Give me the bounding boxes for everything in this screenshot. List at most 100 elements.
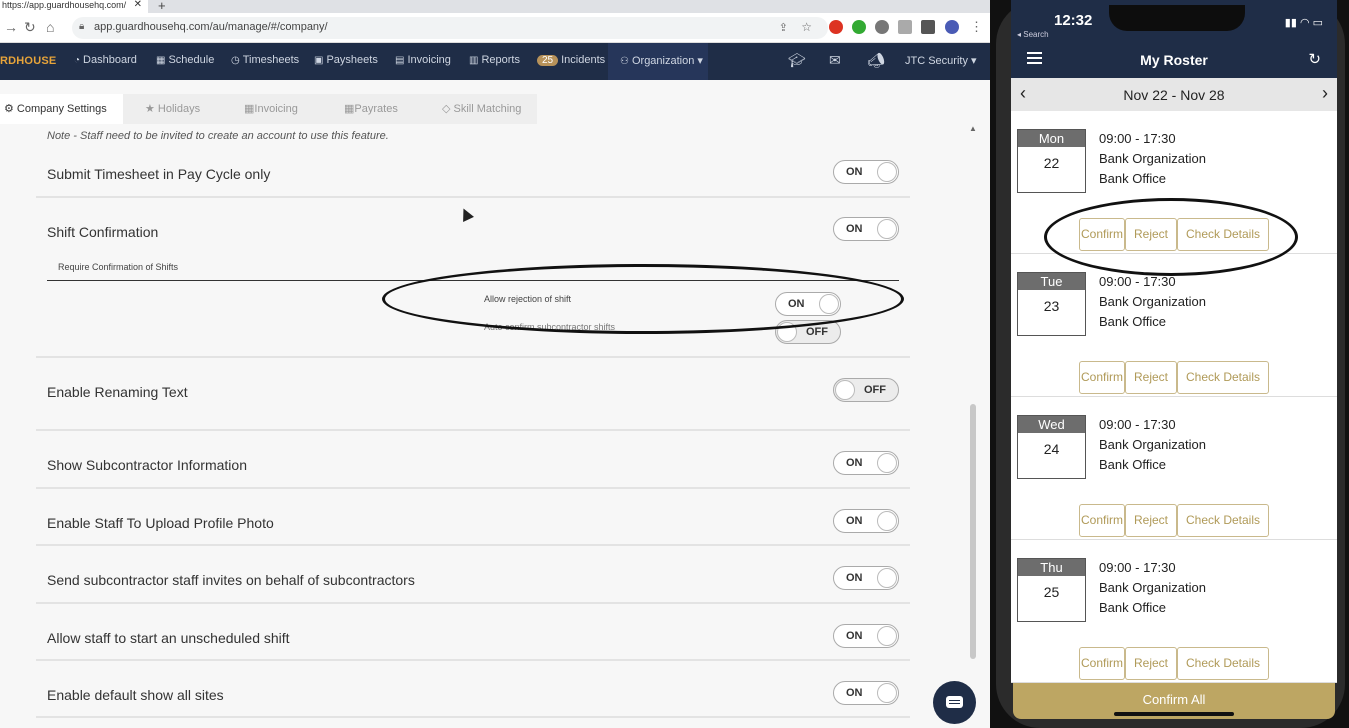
toggle-state: ON: [846, 457, 863, 469]
unscheduled-shift-toggle[interactable]: ON: [833, 624, 899, 648]
reject-button[interactable]: Reject: [1125, 647, 1177, 680]
extension-opera-icon[interactable]: [829, 20, 843, 34]
shift-day: 25: [1043, 584, 1060, 600]
setting-row-upload-photo: Enable Staff To Upload Profile Photo ON: [36, 489, 910, 546]
incidents-count-badge: 25: [537, 55, 559, 66]
toggle-knob: [877, 568, 897, 588]
shift-card: Wed 24 09:00 - 17:30 Bank Organization B…: [1011, 397, 1337, 540]
signal-wifi-battery-icon: ▮▮ ◠ ▭: [1284, 17, 1323, 29]
nav-dashboard[interactable]: ◔ Dashboard: [74, 54, 137, 66]
forward-icon[interactable]: →: [4, 19, 18, 35]
extension-bulb-icon[interactable]: [875, 20, 889, 34]
lock-icon: 🔒︎: [79, 21, 85, 32]
shift-organization: Bank Organization: [1099, 151, 1206, 166]
nav-timesheets-label: Timesheets: [242, 54, 300, 66]
setting-label: Send subcontractor staff invites on beha…: [47, 572, 415, 588]
browser-tab[interactable]: https://app.guardhousehq.com/ ✕: [0, 0, 148, 13]
tab-invoicing[interactable]: ▦Invoicing: [244, 94, 298, 124]
reports-icon: ▥: [469, 55, 479, 66]
browser-menu-icon[interactable]: ⋮: [970, 19, 983, 35]
tab-payrates[interactable]: ▦Payrates: [344, 94, 398, 124]
megaphone-icon[interactable]: 📣︎: [867, 52, 885, 69]
tab-holidays[interactable]: ★ Holidays: [145, 94, 200, 124]
back-to-search[interactable]: ◂ Search: [1017, 30, 1049, 39]
new-tab-icon[interactable]: +: [158, 0, 166, 13]
chevron-right-icon[interactable]: ›: [1322, 83, 1328, 104]
confirm-button[interactable]: Confirm: [1079, 361, 1125, 394]
nav-incidents-label: Incidents: [561, 54, 606, 66]
tab-company-settings[interactable]: ⚙ Company Settings: [0, 94, 123, 124]
bookmark-star-icon[interactable]: ☆: [801, 20, 812, 34]
chat-support-button[interactable]: [933, 681, 976, 724]
shift-card: Thu 25 09:00 - 17:30 Bank Organization B…: [1011, 540, 1337, 683]
check-details-button[interactable]: Check Details: [1177, 504, 1269, 537]
scroll-up-icon[interactable]: ▲: [969, 124, 977, 133]
setting-row-show-all-sites: Enable default show all sites ON: [36, 661, 910, 718]
share-icon[interactable]: ⇪: [779, 21, 788, 34]
submit-timesheet-toggle[interactable]: ON: [833, 160, 899, 184]
reload-icon[interactable]: ↻: [24, 19, 36, 36]
toggle-knob: [877, 453, 897, 473]
tab-title: https://app.guardhousehq.com/: [2, 0, 127, 10]
refresh-icon[interactable]: ↻: [1308, 50, 1321, 68]
account-menu[interactable]: JTC Security ▾: [905, 54, 977, 67]
extension-grid-icon[interactable]: [898, 20, 912, 34]
shift-weekday: Wed: [1018, 416, 1085, 433]
reject-button[interactable]: Reject: [1125, 361, 1177, 394]
url-field[interactable]: 🔒︎ app.guardhousehq.com/au/manage/#/comp…: [72, 17, 828, 39]
graduation-cap-icon[interactable]: 🎓︎: [788, 52, 806, 69]
dashboard-icon: ◔: [74, 55, 81, 66]
nav-reports[interactable]: ▥ Reports: [469, 54, 520, 66]
enable-renaming-toggle[interactable]: OFF: [833, 378, 899, 402]
toggle-state: ON: [846, 630, 863, 642]
check-details-button[interactable]: Check Details: [1177, 647, 1269, 680]
chat-bubble-icon: [946, 696, 963, 708]
reject-button[interactable]: Reject: [1125, 504, 1177, 537]
extension-green-icon[interactable]: [852, 20, 866, 34]
calendar-icon: ▦: [156, 55, 166, 66]
nav-timesheets[interactable]: ◷ Timesheets: [231, 54, 299, 66]
home-icon[interactable]: ⌂: [46, 19, 54, 35]
show-all-sites-toggle[interactable]: ON: [833, 681, 899, 705]
confirm-button[interactable]: Confirm: [1079, 647, 1125, 680]
setting-row-send-invites: Send subcontractor staff invites on beha…: [36, 546, 910, 604]
money-icon: ▣: [314, 55, 324, 66]
toggle-knob: [877, 219, 897, 239]
setting-label: Submit Timesheet in Pay Cycle only: [47, 166, 271, 182]
phone-clock: 12:32: [1054, 12, 1093, 29]
check-details-button[interactable]: Check Details: [1177, 361, 1269, 394]
page-scrollbar[interactable]: ▲: [967, 124, 979, 728]
nav-organization[interactable]: ⚇ Organization ▾: [620, 54, 703, 67]
nav-reports-label: Reports: [481, 54, 520, 66]
browser-window: https://app.guardhousehq.com/ ✕ + → ↻ ⌂ …: [0, 0, 990, 728]
nav-schedule[interactable]: ▦ Schedule: [156, 54, 214, 66]
tab-close-icon[interactable]: ✕: [134, 0, 142, 10]
phone-status-bar: 12:32 ◂ Search ▮▮ ◠ ▭: [1011, 0, 1337, 42]
nav-incidents[interactable]: 25 Incidents: [537, 54, 605, 66]
setting-row-submit-timesheet: Submit Timesheet in Pay Cycle only ON: [36, 149, 910, 198]
clock-icon: ◷: [231, 55, 240, 66]
users-icon: ⚇: [620, 56, 629, 67]
send-invites-toggle[interactable]: ON: [833, 566, 899, 590]
shift-weekday: Thu: [1018, 559, 1085, 576]
brand-logo[interactable]: RDHOUSE: [0, 55, 56, 67]
tab-invoicing-label: Invoicing: [254, 103, 298, 115]
roster-title: My Roster: [1140, 52, 1208, 68]
scroll-thumb[interactable]: [970, 404, 976, 659]
nav-invoicing-label: Invoicing: [407, 54, 451, 66]
nav-paysheets[interactable]: ▣ Paysheets: [314, 54, 378, 66]
profile-avatar-icon[interactable]: [945, 20, 959, 34]
tab-strip: https://app.guardhousehq.com/ ✕ +: [0, 0, 990, 13]
nav-invoicing[interactable]: ▤ Invoicing: [395, 54, 451, 66]
shift-time: 09:00 - 17:30: [1099, 274, 1176, 289]
upload-photo-toggle[interactable]: ON: [833, 509, 899, 533]
shift-confirmation-toggle[interactable]: ON: [833, 217, 899, 241]
confirm-button[interactable]: Confirm: [1079, 504, 1125, 537]
tab-skill-matching[interactable]: ◇ Skill Matching: [442, 94, 521, 124]
mail-icon[interactable]: ✉: [829, 52, 841, 69]
shift-site: Bank Office: [1099, 171, 1166, 186]
setting-row-unscheduled-shift: Allow staff to start an unscheduled shif…: [36, 604, 910, 661]
shift-time: 09:00 - 17:30: [1099, 417, 1176, 432]
extensions-puzzle-icon[interactable]: [921, 20, 935, 34]
show-subcontractor-toggle[interactable]: ON: [833, 451, 899, 475]
